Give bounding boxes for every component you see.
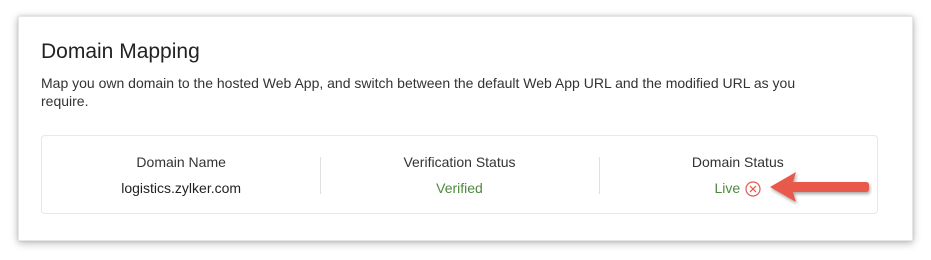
domain-name-value: logistics.zylker.com (121, 180, 242, 196)
close-circle-icon[interactable] (745, 181, 761, 197)
section-description: Map you own domain to the hosted Web App… (41, 75, 796, 109)
domain-mapping-panel: Domain Mapping Map you own domain to the… (18, 16, 913, 241)
section-title: Domain Mapping (41, 40, 200, 63)
annotation-arrow-icon (770, 172, 869, 202)
verification-status-value: Verified (436, 180, 483, 196)
domain-status-value: Live (714, 180, 741, 196)
domain-name-column: Domain Name logistics.zylker.com (42, 136, 320, 213)
domain-mapping-card: Domain Name logistics.zylker.com Verific… (41, 135, 878, 214)
verification-status-header: Verification Status (403, 154, 516, 170)
domain-status-group: Live (714, 179, 761, 197)
domain-name-header: Domain Name (136, 154, 226, 170)
verification-status-column: Verification Status Verified (320, 136, 598, 213)
